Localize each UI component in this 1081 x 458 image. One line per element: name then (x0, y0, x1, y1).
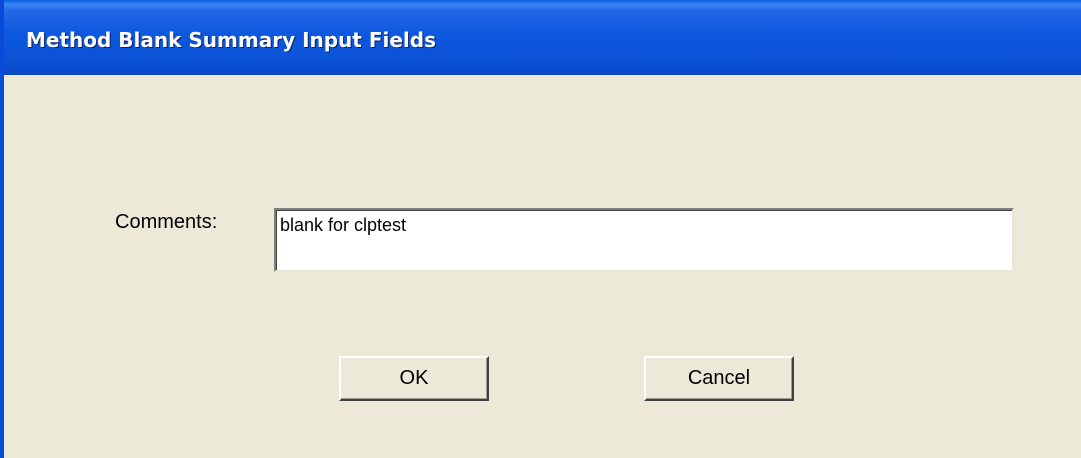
ok-button[interactable]: OK (339, 356, 489, 401)
dialog-body: Comments: blank for clptest OK Cancel (4, 75, 1081, 458)
dialog-window: Method Blank Summary Input Fields Commen… (0, 0, 1081, 458)
title-bar[interactable]: Method Blank Summary Input Fields (4, 0, 1081, 75)
cancel-button[interactable]: Cancel (644, 356, 794, 401)
comments-label: Comments: (115, 211, 218, 233)
window-title: Method Blank Summary Input Fields (26, 28, 436, 52)
comments-field[interactable]: blank for clptest (274, 208, 1014, 272)
